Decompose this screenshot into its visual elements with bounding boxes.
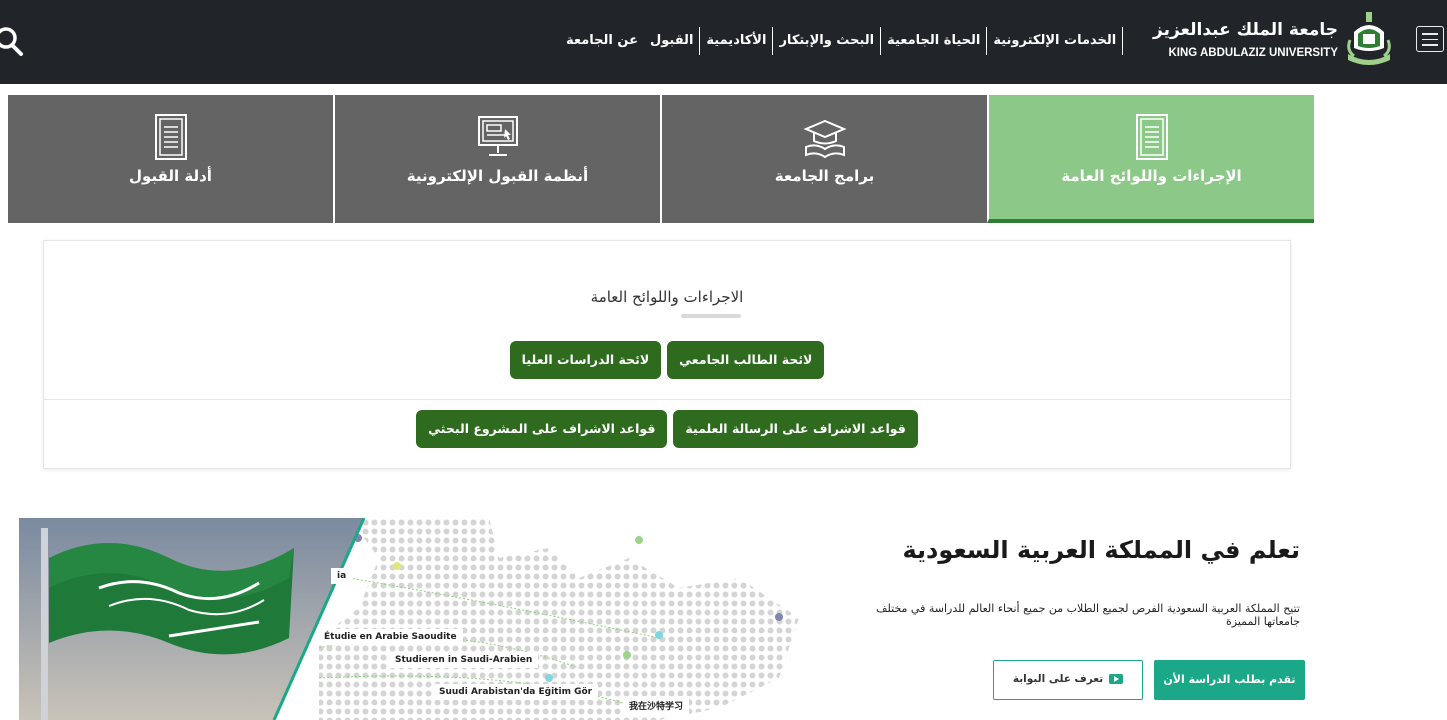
search-icon[interactable] bbox=[0, 24, 28, 58]
graduate-studies-regulation-button[interactable]: لائحة الدراسات العليا bbox=[509, 341, 662, 379]
tab-label: برامج الجامعة bbox=[774, 167, 875, 185]
nav-item-campus-life[interactable]: الحياة الجامعية bbox=[881, 27, 988, 55]
world-map-dots bbox=[19, 518, 799, 720]
brand-name-english[interactable]: KING ABDULAZIZ UNIVERSITY bbox=[1138, 47, 1338, 59]
image-label: Étudie en Arabie Saoudite bbox=[318, 629, 463, 645]
image-label: ia bbox=[331, 568, 353, 584]
tab-university-programs[interactable]: برامج الجامعة bbox=[660, 95, 987, 223]
nav-item-admission[interactable]: القبول bbox=[644, 27, 701, 55]
regulations-panel: الاجراءات واللوائح العامة لائحة الطالب ا… bbox=[43, 240, 1291, 469]
student-regulation-button[interactable]: لائحة الطالب الجامعي bbox=[667, 341, 825, 379]
nav-item-research[interactable]: البحث والإبتكار bbox=[773, 27, 882, 55]
top-navbar: عن الجامعة القبول الأكاديمية البحث والإب… bbox=[0, 0, 1447, 84]
nav-item-academics[interactable]: الأكاديمية bbox=[700, 27, 774, 55]
explore-portal-label: تعرف على البوابة bbox=[1012, 673, 1104, 685]
brand-name-arabic[interactable]: جامعة الملك عبدالعزيز bbox=[1138, 20, 1338, 40]
apply-now-button[interactable]: تقدم بطلب الدراسة الأن bbox=[1154, 660, 1305, 700]
play-icon bbox=[1109, 674, 1124, 684]
image-label: 我在沙特学习 bbox=[623, 696, 690, 715]
panel-title: الاجراءات واللوائح العامة bbox=[590, 288, 744, 306]
divider bbox=[44, 399, 1290, 400]
tab-label: أنظمة القبول الإلكترونية bbox=[406, 167, 589, 185]
university-logo[interactable] bbox=[1344, 10, 1394, 70]
document-icon bbox=[154, 114, 187, 160]
graduation-cap-book-icon bbox=[802, 119, 847, 159]
thesis-supervision-rules-button[interactable]: قواعد الاشراف على الرسالة العلمية bbox=[673, 410, 918, 448]
tab-admission-guides[interactable]: أدلة القبول bbox=[8, 95, 333, 223]
tab-procedures-regulations[interactable]: الإجراءات واللوائح العامة bbox=[987, 95, 1314, 223]
hamburger-menu-icon[interactable] bbox=[1416, 26, 1444, 52]
study-in-saudi-banner-image: ia Étudie en Arabie Saoudite Studieren i… bbox=[19, 518, 804, 720]
tab-label: أدلة القبول bbox=[129, 167, 212, 185]
title-underline bbox=[681, 314, 741, 318]
hero-title: تعلم في المملكة العربية السعودية bbox=[902, 536, 1300, 564]
nav-item-about[interactable]: عن الجامعة bbox=[560, 27, 644, 55]
hero-description: تتيح المملكة العربية السعودية الفرص لجمي… bbox=[876, 602, 1300, 628]
category-tabs: الإجراءات واللوائح العامة برامج الجامعة … bbox=[8, 95, 1314, 223]
computer-monitor-icon bbox=[477, 116, 518, 156]
main-nav-menu: عن الجامعة القبول الأكاديمية البحث والإب… bbox=[560, 26, 1133, 56]
nav-item-e-services[interactable]: الخدمات الإلكترونية bbox=[987, 27, 1124, 55]
regulations-button-row: لائحة الطالب الجامعي لائحة الدراسات العل… bbox=[44, 341, 1290, 379]
document-icon bbox=[1135, 114, 1168, 160]
image-label: Studieren in Saudi-Arabien bbox=[389, 652, 539, 668]
supervision-button-row: قواعد الاشراف على الرسالة العلمية قواعد … bbox=[44, 410, 1290, 448]
explore-portal-button[interactable]: تعرف على البوابة bbox=[993, 660, 1143, 700]
image-label: Suudi Arabistan'da Eğitim Gör bbox=[433, 684, 599, 700]
tab-label: الإجراءات واللوائح العامة bbox=[1061, 167, 1242, 185]
tab-e-admission-systems[interactable]: أنظمة القبول الإلكترونية bbox=[333, 95, 660, 223]
research-project-supervision-rules-button[interactable]: قواعد الاشراف على المشروع البحثي bbox=[416, 410, 668, 448]
